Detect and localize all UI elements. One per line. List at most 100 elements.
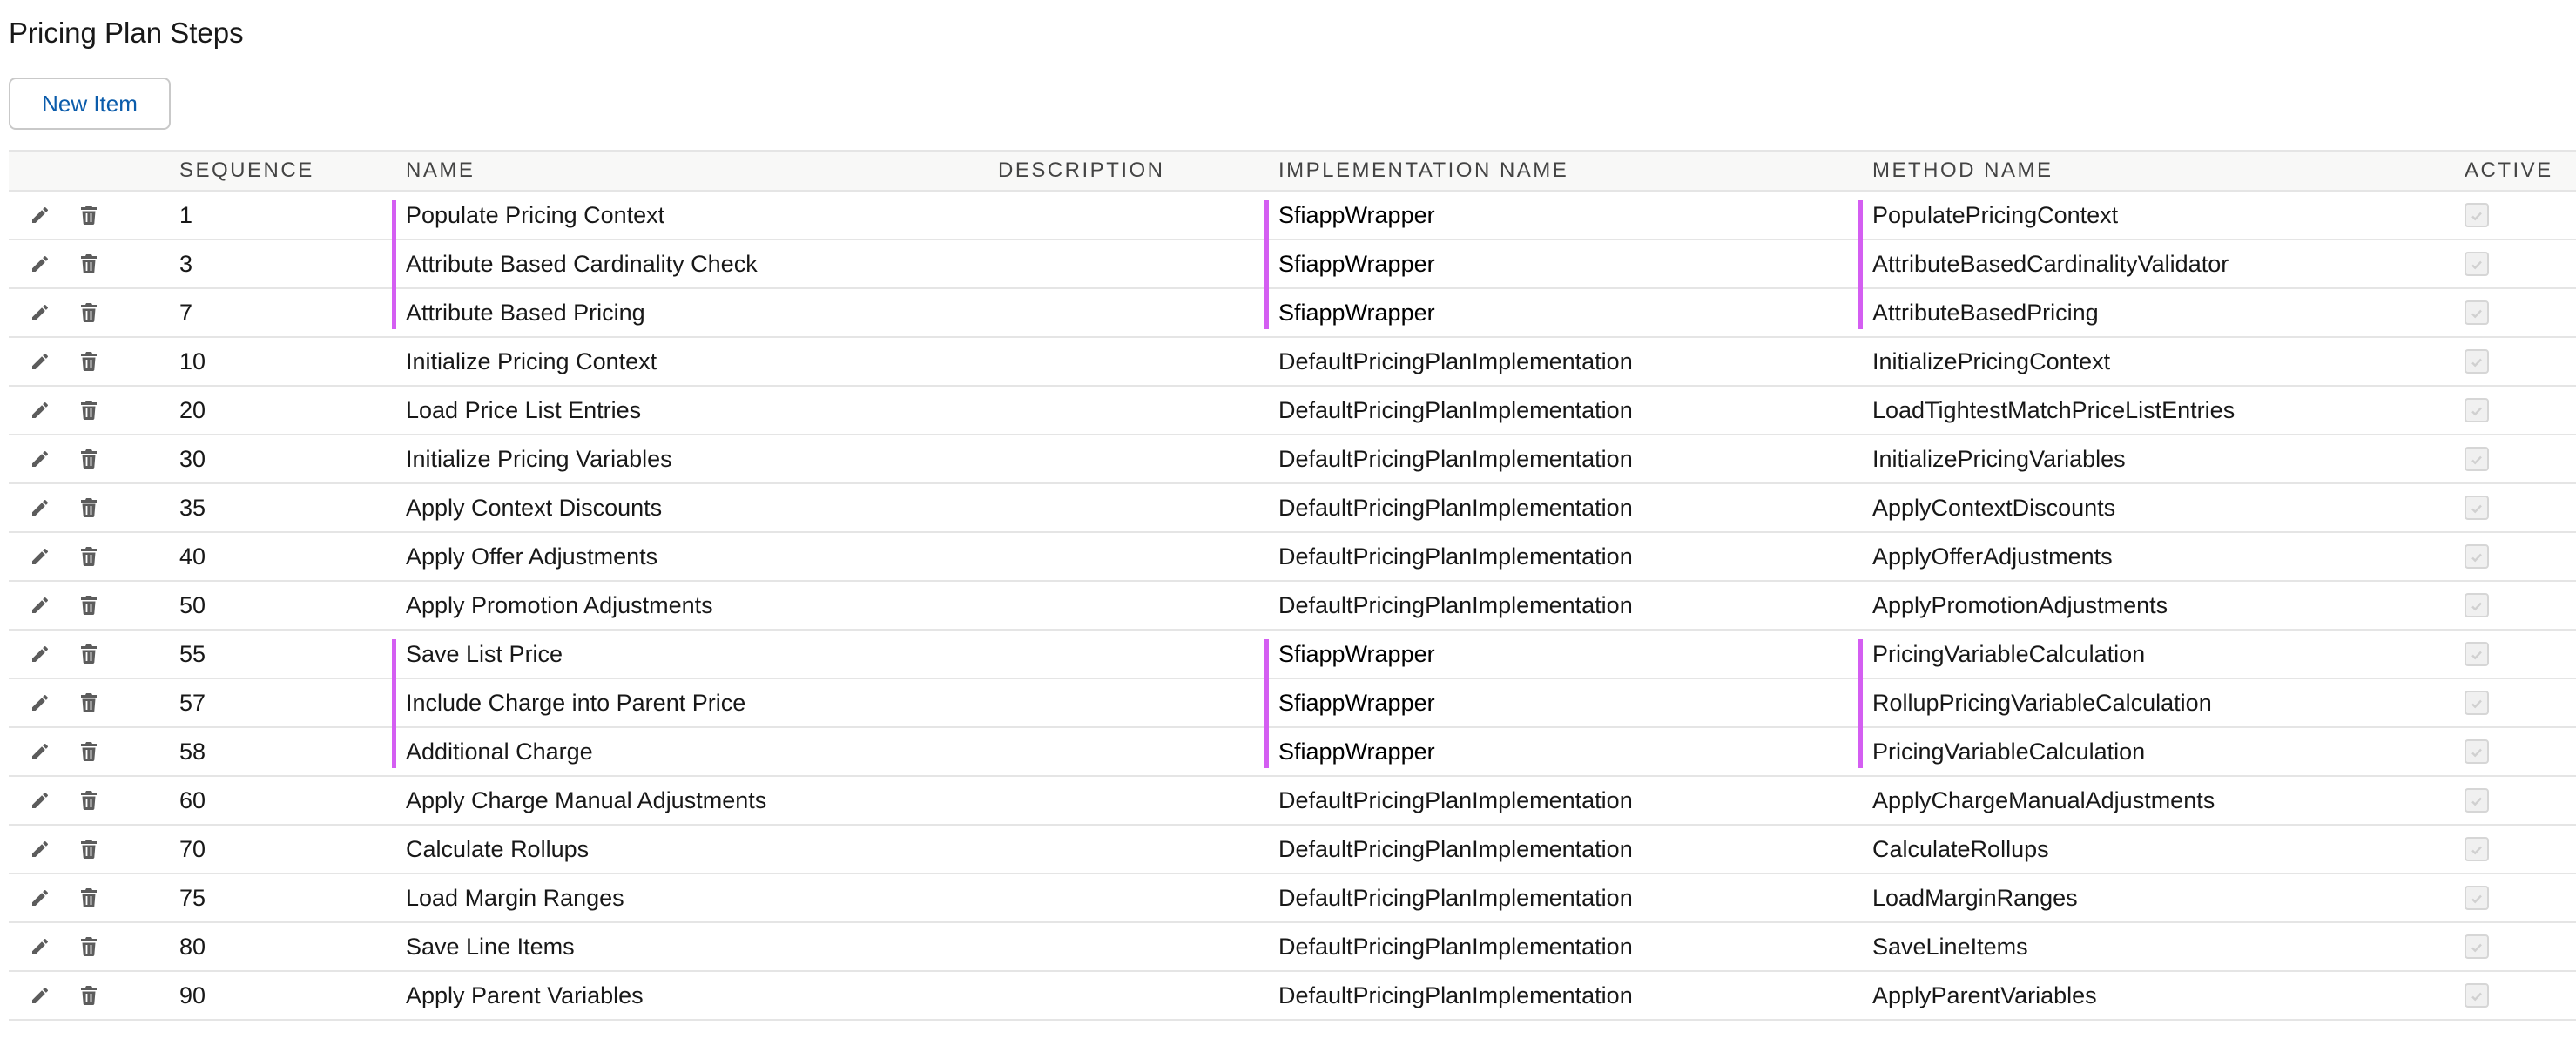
delete-row-button[interactable] [71, 387, 106, 434]
delete-row-button[interactable] [71, 289, 106, 336]
delete-row-button[interactable] [71, 679, 106, 726]
cell-name: Save Line Items [406, 934, 575, 960]
table-row: 57 Include Charge into Parent Price Sfiapp… [9, 679, 2576, 728]
cell-sequence: 75 [179, 885, 206, 911]
active-checkbox [2465, 203, 2489, 227]
edit-row-button[interactable] [23, 338, 57, 385]
delete-row-button[interactable] [71, 923, 106, 970]
column-header-sequence[interactable]: Sequence [179, 152, 314, 190]
cell-name: Apply Offer Adjustments [406, 543, 658, 570]
edit-row-button[interactable] [23, 874, 57, 921]
trash-icon [79, 302, 98, 323]
cell-name: Apply Charge Manual Adjustments [406, 787, 767, 813]
delete-row-button[interactable] [71, 826, 106, 873]
cell-method-name: ApplyParentVariables [1872, 982, 2097, 1008]
edit-row-button[interactable] [23, 484, 57, 531]
edit-row-button[interactable] [23, 582, 57, 629]
delete-row-button[interactable] [71, 972, 106, 1019]
cell-name: Populate Pricing Context [391, 192, 664, 240]
cell-active [2465, 874, 2552, 921]
cell-active [2465, 387, 2552, 434]
active-checkbox [2465, 593, 2489, 617]
cell-method-name: InitializePricingVariables [1872, 446, 2126, 472]
pencil-icon [30, 302, 51, 323]
edit-row-button[interactable] [23, 728, 57, 775]
edit-row-button[interactable] [23, 240, 57, 287]
edit-row-button[interactable] [23, 631, 57, 678]
active-checkbox [2465, 886, 2489, 910]
cell-name: Apply Promotion Adjustments [406, 592, 713, 618]
table-row: 3 Attribute Based Cardinality Check Sfiapp… [9, 240, 2576, 289]
cell-method-name: LoadMarginRanges [1872, 885, 2078, 911]
delete-row-button[interactable] [71, 338, 106, 385]
cell-sequence: 1 [179, 202, 193, 228]
edit-row-button[interactable] [23, 679, 57, 726]
table-row: 55 Save List Price SfiappWrapper PricingVar… [9, 631, 2576, 679]
cell-method-name: ApplyContextDiscounts [1872, 495, 2116, 521]
column-header-name[interactable]: Name [406, 152, 475, 190]
delete-row-button[interactable] [71, 777, 106, 824]
active-checkbox [2465, 496, 2489, 520]
checkmark-icon [2470, 533, 2484, 580]
cell-name: Load Margin Ranges [406, 885, 624, 911]
pencil-icon [30, 449, 51, 469]
edit-row-button[interactable] [23, 435, 57, 482]
trash-icon [79, 887, 98, 908]
column-header-method-name[interactable]: Method Name [1872, 152, 2053, 190]
table-row: 7 Attribute Based Pricing SfiappWrapper Att… [9, 289, 2576, 338]
edit-row-button[interactable] [23, 289, 57, 336]
new-item-button[interactable]: New Item [9, 78, 171, 130]
cell-implementation-name: DefaultPricingPlanImplementation [1278, 982, 1633, 1008]
delete-row-button[interactable] [71, 435, 106, 482]
delete-row-button[interactable] [71, 533, 106, 580]
edit-row-button[interactable] [23, 533, 57, 580]
cell-implementation-name: SfiappWrapper [1264, 240, 1435, 289]
checkmark-icon [2470, 192, 2484, 239]
cell-name: Additional Charge [392, 728, 593, 775]
column-header-description[interactable]: Description [998, 152, 1165, 190]
cell-sequence: 58 [179, 739, 206, 765]
trash-icon [79, 546, 98, 567]
checkmark-icon [2470, 435, 2484, 482]
edit-row-button[interactable] [23, 826, 57, 873]
edit-row-button[interactable] [23, 387, 57, 434]
cell-name: Attribute Based Pricing [392, 289, 645, 336]
cell-active [2465, 972, 2552, 1019]
delete-row-button[interactable] [71, 874, 106, 921]
cell-active [2465, 240, 2552, 287]
cell-implementation-name: SfiappWrapper [1264, 679, 1435, 728]
cell-name: Attribute Based Cardinality Check [392, 240, 758, 289]
edit-row-button[interactable] [23, 192, 57, 239]
cell-method-name: InitializePricingContext [1872, 348, 2111, 374]
edit-row-button[interactable] [23, 923, 57, 970]
cell-implementation-name: DefaultPricingPlanImplementation [1278, 495, 1633, 521]
cell-active [2465, 338, 2552, 385]
edit-row-button[interactable] [23, 972, 57, 1019]
pencil-icon [30, 741, 51, 762]
table-row: 20 Load Price List Entries DefaultPricingP… [9, 387, 2576, 435]
table-row: 70 Calculate Rollups DefaultPricingPlanImp… [9, 826, 2576, 874]
column-header-active[interactable]: Active [2465, 152, 2552, 190]
cell-name: Initialize Pricing Context [406, 348, 657, 374]
pencil-icon [30, 546, 51, 567]
trash-icon [79, 497, 98, 518]
delete-row-button[interactable] [71, 240, 106, 287]
delete-row-button[interactable] [71, 484, 106, 531]
trash-icon [79, 790, 98, 811]
pencil-icon [30, 985, 51, 1006]
cell-name: Calculate Rollups [406, 836, 590, 862]
cell-implementation-name: DefaultPricingPlanImplementation [1278, 592, 1633, 618]
delete-row-button[interactable] [71, 582, 106, 629]
edit-row-button[interactable] [23, 777, 57, 824]
trash-icon [79, 351, 98, 372]
pencil-icon [30, 595, 51, 616]
pencil-icon [30, 400, 51, 421]
delete-row-button[interactable] [71, 631, 106, 678]
cell-implementation-name: SfiappWrapper [1264, 192, 1435, 240]
cell-sequence: 35 [179, 495, 206, 521]
checkmark-icon [2470, 972, 2484, 1019]
delete-row-button[interactable] [71, 728, 106, 775]
delete-row-button[interactable] [71, 192, 106, 239]
column-header-implementation-name[interactable]: Implementation Name [1278, 152, 1568, 190]
cell-name: Initialize Pricing Variables [406, 446, 672, 472]
